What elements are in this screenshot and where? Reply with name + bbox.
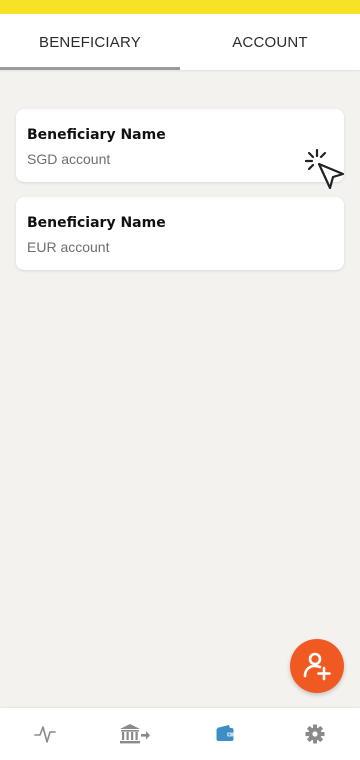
- beneficiary-account: EUR account: [27, 239, 110, 255]
- beneficiary-account: SGD account: [27, 151, 111, 167]
- beneficiary-card-eur[interactable]: Beneficiary Name EUR account: [16, 197, 344, 270]
- beneficiary-name: Beneficiary Name: [27, 215, 166, 231]
- activity-icon: [34, 726, 56, 743]
- bank-transfer-icon: [120, 724, 150, 744]
- bottom-navigation: [0, 708, 360, 760]
- tab-bar: BENEFICIARY ACCOUNT: [0, 14, 360, 70]
- nav-settings[interactable]: [270, 708, 360, 760]
- nav-bank-transfer[interactable]: [90, 708, 180, 760]
- wallet-icon: [216, 725, 234, 741]
- tab-beneficiary-label: BENEFICIARY: [39, 33, 141, 51]
- status-bar: [0, 0, 360, 14]
- tab-beneficiary[interactable]: BENEFICIARY: [0, 14, 180, 70]
- beneficiary-name: Beneficiary Name: [27, 127, 166, 143]
- nav-wallet[interactable]: [180, 708, 270, 760]
- add-user-icon: [303, 652, 331, 681]
- add-beneficiary-button[interactable]: [290, 639, 344, 693]
- nav-activity[interactable]: [0, 708, 90, 760]
- tab-account-label: ACCOUNT: [232, 33, 308, 51]
- tab-account[interactable]: ACCOUNT: [180, 14, 360, 70]
- click-cursor-icon: [304, 148, 345, 190]
- app-screen: BENEFICIARY ACCOUNT Beneficiary Name SGD…: [0, 0, 360, 760]
- beneficiary-card-sgd[interactable]: Beneficiary Name SGD account: [16, 109, 344, 182]
- settings-gear-icon: [305, 724, 325, 744]
